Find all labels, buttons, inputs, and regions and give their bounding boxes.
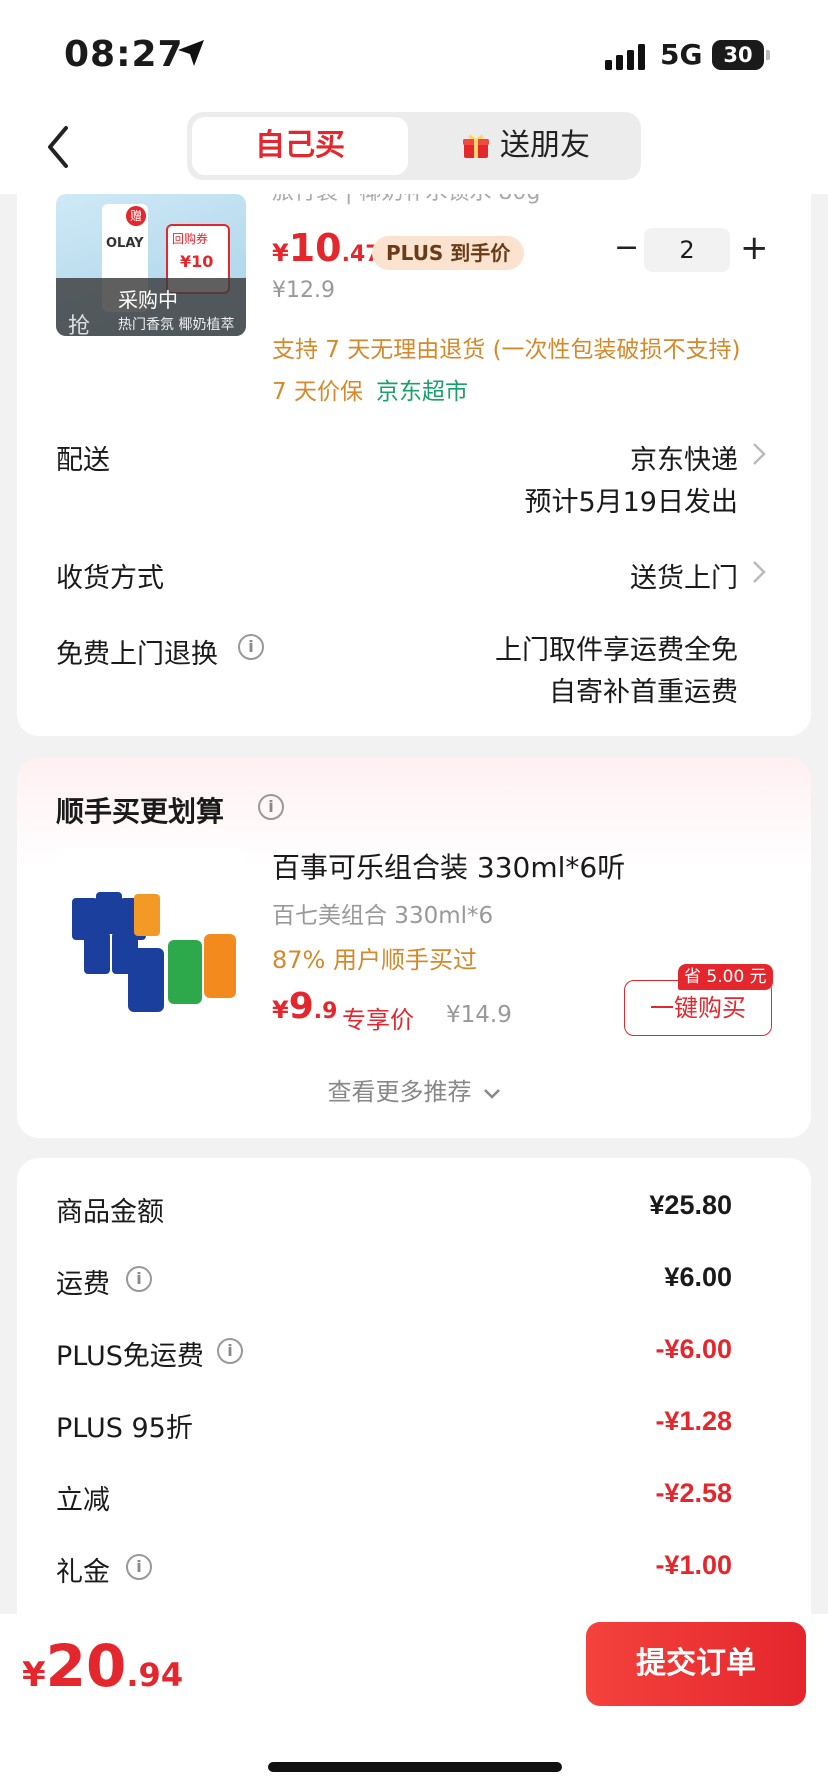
summary-value: -¥1.28 (655, 1406, 732, 1436)
home-indicator (268, 1762, 562, 1772)
free-return-info-icon[interactable]: i (238, 634, 264, 660)
chevron-down-icon (483, 1089, 500, 1099)
free-return-label: 免费上门退换 (56, 639, 218, 670)
delivery-value[interactable]: 京东快递 (520, 438, 738, 477)
total-dec: .94 (126, 1656, 184, 1694)
summary-value: ¥6.00 (664, 1262, 732, 1292)
free-return-line1: 上门取件享运费全免 (495, 635, 738, 666)
recommend-info-icon[interactable]: i (258, 794, 284, 820)
tab-send-friend[interactable]: 送朋友 (500, 117, 680, 175)
quantity-plus-button[interactable]: + (740, 228, 769, 268)
plus-price-badge: PLUS 到手价 (372, 236, 525, 270)
delivery-label: 配送 (56, 445, 110, 476)
summary-label: 礼金 (56, 1557, 110, 1588)
summary-label: 运费 (56, 1269, 110, 1300)
battery-icon: 30 (712, 40, 764, 70)
original-price: ¥12.9 (272, 278, 335, 303)
recommend-item-stat: 87% 用户顺手买过 (272, 946, 477, 974)
summary-info-icon[interactable]: i (126, 1266, 152, 1292)
can-mirinda (204, 934, 236, 998)
recommend-price: ¥9.9 (272, 986, 337, 1027)
recommend-item-title[interactable]: 百事可乐组合装 330ml*6听 (272, 846, 625, 886)
battery-nub (766, 50, 770, 60)
more-recommend-label: 查看更多推荐 (327, 1078, 472, 1106)
summary-value: -¥1.00 (655, 1550, 732, 1580)
price-protect: 7 天价保 (272, 379, 363, 405)
receive-chevron-right-icon[interactable] (752, 560, 766, 584)
image-coupon-label: 回购券 (172, 232, 209, 246)
submit-order-button[interactable]: 提交订单 (586, 1622, 806, 1706)
quantity-minus-button[interactable]: − (614, 230, 639, 265)
price-int: 10 (288, 226, 342, 270)
gift-icon (463, 135, 489, 158)
recommend-exclusive: 专享价 (342, 1006, 414, 1034)
summary-value: ¥25.80 (649, 1190, 732, 1220)
summary-info-icon[interactable]: i (126, 1554, 152, 1580)
location-arrow-icon (178, 40, 204, 66)
return-policy: 支持 7 天无理由退货 (一次性包装破损不支持) (272, 337, 741, 363)
delivery-chevron-right-icon[interactable] (752, 442, 766, 466)
summary-label: 商品金额 (56, 1197, 164, 1228)
image-status: 采购中 (118, 288, 178, 312)
recommend-item-sub: 百七美组合 330ml*6 (272, 903, 494, 929)
signal-icon (605, 44, 645, 70)
free-return-line2: 自寄补首重运费 (549, 677, 738, 708)
summary-label: PLUS免运费 (56, 1341, 204, 1372)
can-pepsi (128, 948, 164, 1012)
summary-value: -¥2.58 (655, 1478, 732, 1508)
image-brand: OLAY (106, 236, 144, 251)
back-arrow-icon[interactable] (44, 124, 74, 170)
summary-info-icon[interactable]: i (217, 1338, 243, 1364)
can-7up (168, 940, 202, 1004)
recommend-title: 顺手买更划算 (56, 795, 225, 828)
recommend-price-symbol: ¥ (272, 996, 289, 1024)
recommend-orig-price: ¥14.9 (446, 1002, 512, 1028)
image-coupon-value: ¥10 (180, 252, 214, 271)
recommend-product-image[interactable] (56, 848, 246, 1038)
image-grab-label: 抢 (68, 314, 91, 336)
total-price: ¥20.94 (22, 1632, 183, 1700)
can-4 (84, 932, 110, 974)
tab-send-friend-label: 送朋友 (500, 128, 590, 163)
summary-label: 立减 (56, 1485, 110, 1516)
quantity-input[interactable]: 2 (644, 228, 730, 272)
total-int: 20 (45, 1632, 127, 1700)
more-recommend-link[interactable]: 查看更多推荐 (0, 1072, 828, 1107)
image-caption: 热门香氛 椰奶植萃 (118, 317, 235, 333)
can-6 (134, 894, 160, 936)
store-tag: 京东超市 (376, 379, 468, 405)
summary-label: PLUS 95折 (56, 1413, 193, 1444)
summary-value: -¥6.00 (655, 1334, 732, 1364)
recommend-price-dec: .9 (313, 999, 338, 1024)
save-tag: 省 5.00 元 (678, 964, 773, 990)
status-time: 08:27 (64, 34, 184, 75)
image-gift-tag: 赠 (126, 206, 146, 226)
receive-method-label: 收货方式 (56, 563, 164, 594)
product-image[interactable]: OLAY 赠 回购券 ¥10 抢 采购中 热门香氛 椰奶植萃 (56, 194, 246, 336)
recommend-price-int: 9 (288, 986, 314, 1027)
network-type: 5G (660, 38, 703, 71)
tab-buy-self[interactable]: 自己买 (192, 117, 408, 175)
product-price: ¥10.47 (272, 226, 381, 270)
can-2 (96, 892, 122, 934)
delivery-eta: 预计5月19日发出 (524, 487, 738, 518)
price-symbol: ¥ (272, 239, 289, 267)
receive-method-value[interactable]: 送货上门 (520, 556, 738, 595)
total-symbol: ¥ (22, 1655, 46, 1695)
